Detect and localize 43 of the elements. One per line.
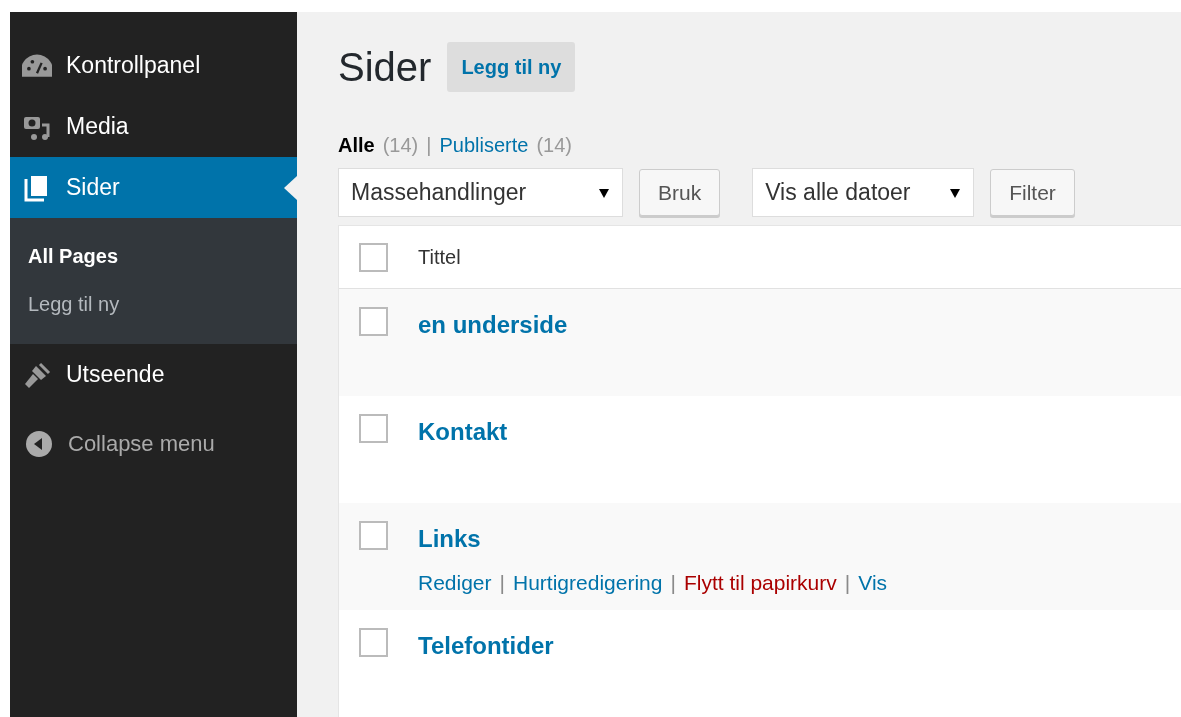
view-count: (14) [536, 133, 572, 158]
checkbox[interactable] [359, 628, 388, 657]
submenu-item[interactable]: All Pages [28, 232, 279, 280]
filter-button[interactable]: Filter [990, 169, 1075, 216]
page-title-link[interactable]: Links [418, 521, 888, 557]
trash-link[interactable]: Flytt til papirkurv [683, 567, 837, 599]
menu-item[interactable]: Kontrollpanel [10, 35, 297, 96]
page-title: Sider [338, 44, 432, 91]
row-action-link[interactable]: Hurtigredigering [513, 567, 663, 599]
dashboard-icon [22, 54, 52, 77]
menu-item[interactable]: Sider [10, 157, 297, 218]
apply-button[interactable]: Bruk [639, 169, 721, 216]
dropdown-value: Massehandlinger [351, 178, 527, 208]
menu-label: Media [66, 112, 129, 142]
menu-label: Kontrollpanel [66, 51, 201, 81]
collapse-icon[interactable] [24, 428, 54, 459]
separator: | [670, 570, 676, 596]
page-title-link[interactable]: en underside [418, 307, 568, 343]
add-new-button[interactable]: Legg til ny [447, 42, 576, 92]
page-title-link[interactable]: Telefontider [418, 628, 554, 664]
checkbox[interactable] [359, 414, 388, 443]
menu-item[interactable]: Utseende [10, 344, 297, 405]
column-header: Tittel [418, 245, 461, 270]
checkbox[interactable] [359, 242, 388, 272]
separator: | [426, 133, 432, 158]
collapse-label[interactable]: Collapse menu [68, 427, 215, 460]
dropdown-value: Vis alle datoer [765, 178, 911, 208]
view-count: (14) [382, 133, 419, 158]
menu-label: Utseende [66, 360, 165, 390]
separator: | [499, 570, 505, 596]
row-action-link[interactable]: Vis [858, 567, 888, 599]
checkbox[interactable] [359, 307, 388, 336]
view-link[interactable]: Alle [338, 130, 375, 160]
checkbox[interactable] [359, 521, 388, 550]
view-link[interactable]: Publiserte [439, 130, 529, 160]
dropdown[interactable]: Massehandlinger [338, 168, 623, 217]
row-action-link[interactable]: Rediger [418, 567, 492, 599]
menu-label: Sider [66, 173, 120, 203]
separator: | [844, 570, 851, 596]
dropdown[interactable]: Vis alle datoer [752, 168, 975, 217]
submenu-item[interactable]: Legg til ny [28, 280, 279, 328]
page-title-link[interactable]: Kontakt [418, 414, 508, 450]
menu-item[interactable]: Media [10, 96, 297, 157]
